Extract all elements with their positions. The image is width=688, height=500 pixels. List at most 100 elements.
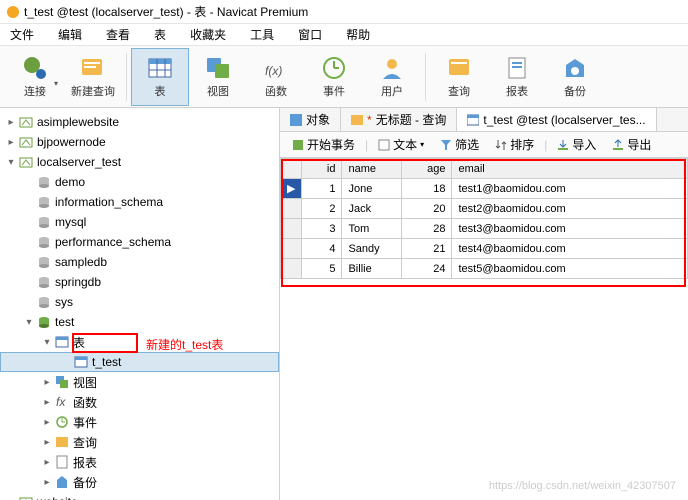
tree-label: t_test	[92, 355, 121, 369]
backup-label: 备份	[564, 83, 586, 99]
menu-help[interactable]: 帮助	[340, 24, 376, 45]
menu-window[interactable]: 窗口	[292, 24, 328, 45]
app-icon	[6, 5, 20, 19]
backup-icon	[562, 55, 588, 81]
tree-item-localserver_test[interactable]: ▾localserver_test	[0, 152, 279, 172]
tree-item-springdb[interactable]: springdb	[0, 272, 279, 292]
toggle-icon[interactable]: ▸	[40, 437, 54, 448]
menu-file[interactable]: 文件	[4, 24, 40, 45]
tree-label: performance_schema	[55, 235, 171, 249]
tree-item-查询[interactable]: ▸ 查询	[0, 432, 279, 452]
export-label: 导出	[627, 136, 651, 153]
main-toolbar: ▾ 连接 新建查询 表 视图 f(x) 函数 事件 用户 查询 报表 备份	[0, 46, 688, 108]
tree-item-事件[interactable]: ▸事件	[0, 412, 279, 432]
import-button[interactable]: 导入	[551, 134, 602, 155]
tree-label: 函数	[73, 394, 97, 411]
tree-item-表[interactable]: ▾表	[0, 332, 279, 352]
new-query-button[interactable]: 新建查询	[64, 48, 122, 106]
tab-ttest[interactable]: t_test @test (localserver_tes...	[457, 108, 656, 131]
object-icon	[290, 114, 302, 126]
tree-item-sys[interactable]: sys	[0, 292, 279, 312]
tree-item-information_schema[interactable]: information_schema	[0, 192, 279, 212]
toggle-icon[interactable]: ▾	[40, 337, 54, 348]
menu-view[interactable]: 查看	[100, 24, 136, 45]
table-button[interactable]: 表	[131, 48, 189, 106]
separator	[126, 53, 127, 101]
function-button[interactable]: f(x) 函数	[247, 48, 305, 106]
tx-icon	[292, 139, 304, 151]
tree-item-报表[interactable]: ▸ 报表	[0, 452, 279, 472]
menu-edit[interactable]: 编辑	[52, 24, 88, 45]
query-small-icon	[351, 114, 363, 126]
table-icon	[147, 55, 173, 81]
report-label: 报表	[506, 83, 528, 99]
funnel-icon	[440, 139, 452, 151]
tab-untitled-query[interactable]: * 无标题 - 查询	[341, 108, 457, 131]
text-mode-button[interactable]: 文本 ▾	[372, 134, 430, 155]
content-tabs: 对象 * 无标题 - 查询 t_test @test (localserver_…	[280, 108, 688, 132]
tree-item-bjpowernode[interactable]: ▸bjpowernode	[0, 132, 279, 152]
export-button[interactable]: 导出	[606, 134, 657, 155]
event-button[interactable]: 事件	[305, 48, 363, 106]
fx-icon: fx	[54, 394, 70, 410]
begin-transaction-button[interactable]: 开始事务	[286, 134, 361, 155]
tree-item-mysql[interactable]: mysql	[0, 212, 279, 232]
view-icon	[54, 374, 70, 390]
shortcut-icon	[18, 154, 34, 170]
report-icon	[504, 55, 530, 81]
toggle-icon[interactable]: ▸	[40, 417, 54, 428]
menu-tools[interactable]: 工具	[244, 24, 280, 45]
connect-button[interactable]: ▾ 连接	[6, 48, 64, 106]
tree-item-sampledb[interactable]: sampledb	[0, 252, 279, 272]
tree-label: 查询	[73, 434, 97, 451]
query-button[interactable]: 查询	[430, 48, 488, 106]
report-button[interactable]: 报表	[488, 48, 546, 106]
import-label: 导入	[572, 136, 596, 153]
tree-item-视图[interactable]: ▸视图	[0, 372, 279, 392]
titlebar: t_test @test (localserver_test) - 表 - Na…	[0, 0, 688, 24]
toggle-icon[interactable]: ▸	[40, 477, 54, 488]
tree-item-demo[interactable]: demo	[0, 172, 279, 192]
function-label: 函数	[265, 83, 287, 99]
export-icon	[612, 139, 624, 151]
tree-item-website[interactable]: ▸website	[0, 492, 279, 500]
separator	[425, 53, 426, 101]
db-icon	[36, 234, 52, 250]
toggle-icon[interactable]: ▸	[4, 137, 18, 148]
tree-item-test[interactable]: ▾test	[0, 312, 279, 332]
tree-label: springdb	[55, 275, 101, 289]
backup-button[interactable]: 备份	[546, 48, 604, 106]
modified-indicator: *	[367, 113, 372, 127]
tree-item-备份[interactable]: ▸备份	[0, 472, 279, 492]
toggle-icon[interactable]: ▸	[4, 117, 18, 128]
toggle-icon[interactable]: ▸	[40, 397, 54, 408]
data-grid[interactable]: id name age email ▶1Jone18test1@baomidou…	[280, 158, 688, 500]
menu-table[interactable]: 表	[148, 24, 172, 45]
backup-icon	[54, 474, 70, 490]
toggle-icon[interactable]: ▸	[40, 457, 54, 468]
tree-item-asimplewebsite[interactable]: ▸ asimplewebsite	[0, 112, 279, 132]
toggle-icon[interactable]: ▸	[40, 377, 54, 388]
table-icon	[73, 354, 89, 370]
menu-favorites[interactable]: 收藏夹	[184, 24, 232, 45]
filter-button[interactable]: 筛选	[434, 134, 485, 155]
tree-label: 报表	[73, 454, 97, 471]
sidebar-tree[interactable]: ▸ asimplewebsite ▸bjpowernode▾localserver_…	[0, 108, 280, 500]
toggle-icon[interactable]: ▸	[4, 497, 18, 500]
sort-icon	[495, 139, 507, 151]
tree-item-函数[interactable]: ▸fx 函数	[0, 392, 279, 412]
view-button[interactable]: 视图	[189, 48, 247, 106]
user-button[interactable]: 用户	[363, 48, 421, 106]
toggle-icon[interactable]: ▾	[4, 157, 18, 168]
tree-item-t_test[interactable]: t_test	[0, 352, 279, 372]
toggle-icon[interactable]: ▾	[22, 317, 36, 328]
window-title: t_test @test (localserver_test) - 表 - Na…	[24, 3, 308, 20]
tree-item-performance_schema[interactable]: performance_schema	[0, 232, 279, 252]
sort-button[interactable]: 排序	[489, 134, 540, 155]
tab-object[interactable]: 对象	[280, 108, 341, 131]
table-label: 表	[155, 83, 166, 99]
tree-label: information_schema	[55, 195, 163, 209]
tree-label: asimplewebsite	[37, 115, 119, 129]
annotation-tree-box	[72, 333, 138, 353]
svg-text:fx: fx	[56, 395, 66, 409]
